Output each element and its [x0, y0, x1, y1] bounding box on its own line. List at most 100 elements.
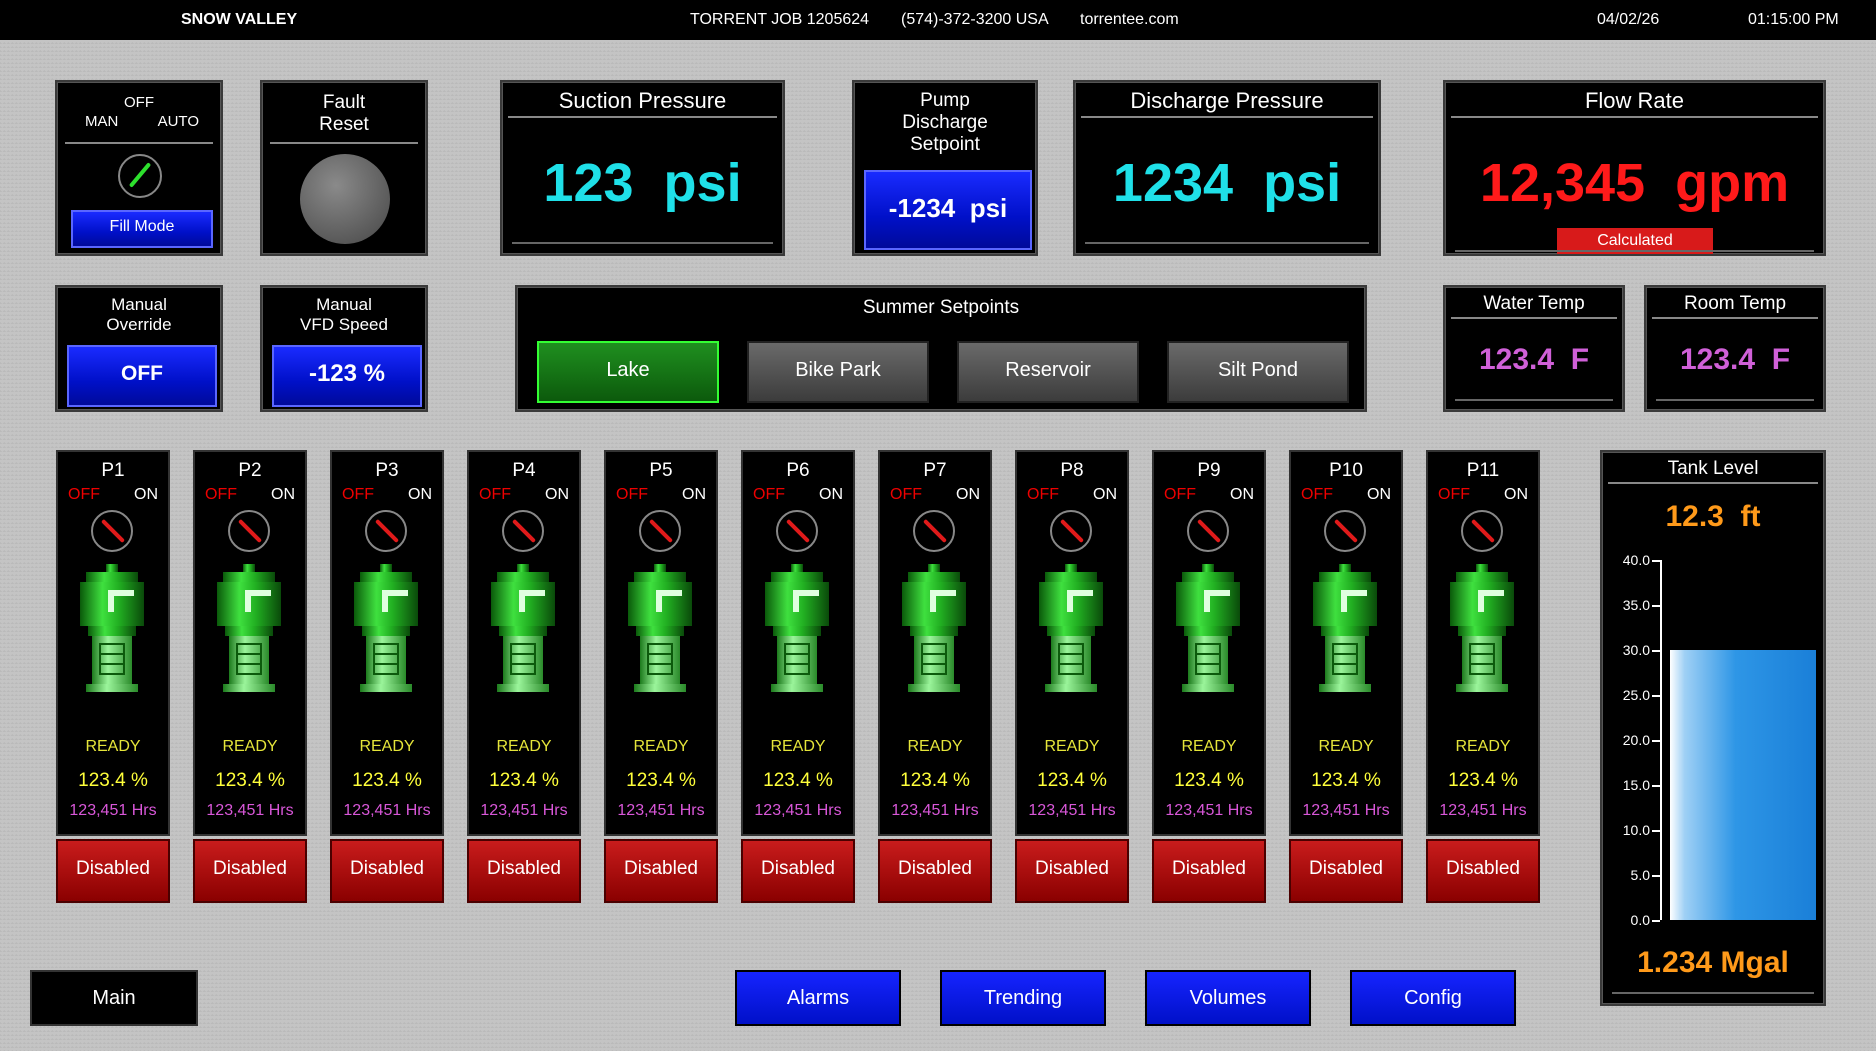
pump-disabled-button-p1[interactable]: Disabled: [56, 839, 170, 903]
pump-selector-knob-icon[interactable]: [639, 510, 681, 552]
pump-disabled-button-p2[interactable]: Disabled: [193, 839, 307, 903]
pump-run-hours: 123,451 Hrs: [1028, 802, 1116, 819]
pump-speed: 123.4 %: [1037, 770, 1107, 791]
pump-disabled-button-p11[interactable]: Disabled: [1426, 839, 1540, 903]
pump-selector-knob-icon[interactable]: [1324, 510, 1366, 552]
pump-disabled-button-p9[interactable]: Disabled: [1152, 839, 1266, 903]
tank-scale-tick: [1652, 875, 1660, 877]
manual-override-button[interactable]: OFF: [67, 345, 217, 407]
pump-status: READY: [222, 738, 278, 755]
pump-speed: 123.4 %: [1448, 770, 1518, 791]
pump-disabled-button-p4[interactable]: Disabled: [467, 839, 581, 903]
pump-on-label: ON: [271, 486, 295, 503]
manual-override-panel: Manual Override OFF: [55, 285, 223, 412]
pump-status: READY: [85, 738, 141, 755]
pump-selector-knob-icon[interactable]: [228, 510, 270, 552]
tank-level-fill: [1670, 650, 1816, 920]
fault-reset-title-2: Reset: [319, 114, 369, 135]
tank-scale-tick: [1652, 830, 1660, 832]
alarms-nav-button[interactable]: Alarms: [735, 970, 901, 1026]
round-pushbutton-icon[interactable]: [300, 154, 390, 244]
manual-vfd-speed-button[interactable]: -123 %: [272, 345, 422, 407]
selector-switch-knob-icon[interactable]: [118, 154, 162, 198]
pump-status: READY: [1318, 738, 1374, 755]
pump-card-p8: P8 OFF ON READY 123.4 % 123,451 Hrs: [1015, 450, 1129, 836]
pump-status: READY: [1181, 738, 1237, 755]
fill-mode-button[interactable]: Fill Mode: [71, 210, 213, 248]
setpoint-bike-park-button[interactable]: Bike Park: [747, 341, 929, 403]
pump-speed: 123.4 %: [489, 770, 559, 791]
pump-card-p1: P1 OFF ON READY 123.4 % 123,451 Hrs: [56, 450, 170, 836]
pump-on-label: ON: [956, 486, 980, 503]
pump-selector-knob-icon[interactable]: [91, 510, 133, 552]
flow-rate-value: 12,345: [1479, 153, 1646, 213]
tank-scale-tick-label: 0.0: [1630, 912, 1650, 928]
tank-scale-tick: [1652, 650, 1660, 652]
pump-disabled-button-p5[interactable]: Disabled: [604, 839, 718, 903]
pump-selector-knob-icon[interactable]: [1461, 510, 1503, 552]
pump-disabled-button-p10[interactable]: Disabled: [1289, 839, 1403, 903]
setpoint-entry-button[interactable]: -1234 psi: [864, 170, 1032, 250]
room-temp-value: 123.4: [1679, 343, 1756, 376]
pump-speed: 123.4 %: [1174, 770, 1244, 791]
pump-selector-knob-icon[interactable]: [913, 510, 955, 552]
water-temp-title: Water Temp: [1451, 291, 1617, 319]
tank-scale-tick: [1652, 785, 1660, 787]
pump-status: READY: [770, 738, 826, 755]
pump-speed: 123.4 %: [763, 770, 833, 791]
suction-pressure-title: Suction Pressure: [508, 86, 777, 118]
pump-disabled-button-p3[interactable]: Disabled: [330, 839, 444, 903]
mode-auto-label: AUTO: [157, 113, 199, 130]
vertical-pump-icon: [346, 564, 426, 704]
tank-scale-tick: [1652, 920, 1660, 922]
pump-card-p6: P6 OFF ON READY 123.4 % 123,451 Hrs: [741, 450, 855, 836]
discharge-pressure-title: Discharge Pressure: [1081, 86, 1373, 118]
pump-name: P11: [1466, 460, 1500, 481]
setpoint-reservoir-button[interactable]: Reservoir: [957, 341, 1139, 403]
pump-status: READY: [496, 738, 552, 755]
pump-speed: 123.4 %: [215, 770, 285, 791]
config-nav-button[interactable]: Config: [1350, 970, 1516, 1026]
pump-on-label: ON: [819, 486, 843, 503]
pump-off-label: OFF: [68, 486, 100, 503]
manual-override-title-1: Manual: [111, 295, 167, 314]
pump-off-label: OFF: [616, 486, 648, 503]
pump-selector-knob-icon[interactable]: [365, 510, 407, 552]
pump-selector-knob-icon[interactable]: [776, 510, 818, 552]
pump-selector-knob-icon[interactable]: [1187, 510, 1229, 552]
site-name: SNOW VALLEY: [181, 11, 298, 28]
pump-card-p5: P5 OFF ON READY 123.4 % 123,451 Hrs: [604, 450, 718, 836]
setpoint-silt-pond-button[interactable]: Silt Pond: [1167, 341, 1349, 403]
tank-level-value: 12.3: [1665, 500, 1724, 533]
manual-vfd-title-1: Manual: [316, 295, 372, 314]
tank-level-title: Tank Level: [1608, 456, 1818, 484]
water-temp-value-row: 123.4 F: [1445, 343, 1623, 377]
tank-scale-tick-label: 40.0: [1622, 552, 1650, 568]
pump-disabled-button-p7[interactable]: Disabled: [878, 839, 992, 903]
manual-vfd-speed-panel: Manual VFD Speed -123 %: [260, 285, 428, 412]
suction-pressure-panel: Suction Pressure 123 psi: [500, 80, 785, 256]
water-temp-panel: Water Temp 123.4 F: [1443, 285, 1625, 412]
pump-disabled-button-p8[interactable]: Disabled: [1015, 839, 1129, 903]
pump-selector-knob-icon[interactable]: [502, 510, 544, 552]
vertical-pump-icon: [894, 564, 974, 704]
pump-disabled-button-p6[interactable]: Disabled: [741, 839, 855, 903]
summer-setpoints-panel: Summer Setpoints Lake Bike Park Reservoi…: [515, 285, 1367, 412]
pump-off-label: OFF: [479, 486, 511, 503]
flow-rate-title: Flow Rate: [1451, 86, 1818, 118]
setpoint-lake-button[interactable]: Lake: [537, 341, 719, 403]
pump-run-hours: 123,451 Hrs: [343, 802, 431, 819]
volumes-nav-button[interactable]: Volumes: [1145, 970, 1311, 1026]
vertical-pump-icon: [1305, 564, 1385, 704]
pump-selector-knob-icon[interactable]: [1050, 510, 1092, 552]
summer-setpoints-title: Summer Setpoints: [862, 297, 1020, 318]
pump-off-label: OFF: [890, 486, 922, 503]
trending-nav-button[interactable]: Trending: [940, 970, 1106, 1026]
pump-speed: 123.4 %: [900, 770, 970, 791]
main-nav-button[interactable]: Main: [30, 970, 198, 1026]
tank-bar-background: [1670, 560, 1816, 920]
pump-speed: 123.4 %: [352, 770, 422, 791]
pump-off-label: OFF: [1301, 486, 1333, 503]
pump-run-hours: 123,451 Hrs: [69, 802, 157, 819]
pump-card-p2: P2 OFF ON READY 123.4 % 123,451 Hrs: [193, 450, 307, 836]
